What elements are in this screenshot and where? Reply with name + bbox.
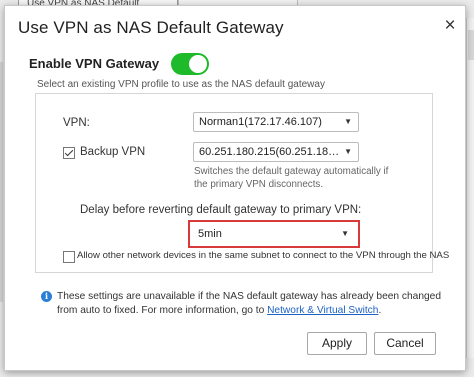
chevron-down-icon: ▼	[344, 147, 352, 156]
info-message: These settings are unavailable if the NA…	[57, 290, 452, 318]
info-icon: i	[41, 291, 52, 302]
background-panel-left	[0, 62, 3, 302]
info-message-text: These settings are unavailable if the NA…	[57, 291, 441, 316]
vpn-profile-description: Select an existing VPN profile to use as…	[37, 79, 325, 90]
info-message-suffix: .	[378, 305, 382, 316]
chevron-down-icon: ▼	[344, 117, 352, 126]
backup-vpn-select-value: 60.251.180.215(60.251.180....	[199, 146, 340, 158]
delay-select[interactable]: 5min ▼	[192, 224, 356, 244]
cancel-button[interactable]: Cancel	[374, 332, 436, 355]
background-scrollbar-thumb	[468, 30, 474, 60]
delay-label: Delay before reverting default gateway t…	[80, 204, 362, 216]
enable-vpn-gateway-toggle[interactable]	[171, 53, 209, 75]
dialog-title: Use VPN as NAS Default Gateway	[18, 18, 284, 37]
backup-vpn-label: Backup VPN	[80, 146, 146, 158]
vpn-select[interactable]: Norman1(172.17.46.107) ▼	[193, 112, 359, 132]
delay-select-value: 5min	[198, 228, 222, 240]
background-scrollbar	[466, 18, 474, 358]
backup-vpn-checkbox[interactable]	[63, 147, 75, 159]
backup-vpn-select[interactable]: 60.251.180.215(60.251.180.... ▼	[193, 142, 359, 162]
allow-subnet-checkbox[interactable]	[63, 251, 75, 263]
close-icon[interactable]: ×	[441, 16, 459, 35]
network-virtual-switch-link[interactable]: Network & Virtual Switch	[267, 305, 378, 316]
enable-vpn-gateway-label: Enable VPN Gateway	[29, 56, 160, 71]
backup-vpn-helper-text: Switches the default gateway automatical…	[194, 166, 389, 190]
vpn-select-value: Norman1(172.17.46.107)	[199, 116, 322, 128]
toggle-knob	[189, 55, 207, 73]
chevron-down-icon: ▼	[341, 229, 349, 238]
allow-subnet-label: Allow other network devices in the same …	[77, 250, 450, 261]
apply-button[interactable]: Apply	[307, 332, 367, 355]
vpn-label: VPN:	[63, 117, 90, 129]
